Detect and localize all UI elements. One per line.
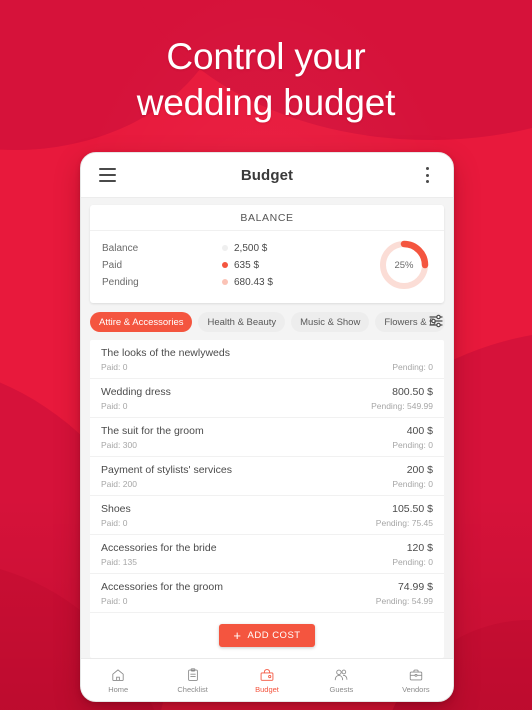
table-row[interactable]: Accessories for the bride 120 $ Paid: 13…	[90, 535, 444, 574]
budget-donut-chart: 25%	[376, 237, 432, 293]
table-row[interactable]: Payment of stylists' services 200 $ Paid…	[90, 457, 444, 496]
donut-percent-label: 25%	[394, 259, 414, 271]
expense-paid: Paid: 135	[101, 557, 137, 567]
category-tabs: Attire & Accessories Health & Beauty Mus…	[81, 310, 453, 334]
expense-pending: Pending: 549.99	[371, 401, 433, 411]
expense-amount: 120 $	[406, 542, 433, 554]
expense-title: Wedding dress	[101, 386, 171, 398]
expense-pending: Pending: 0	[392, 557, 433, 567]
expense-paid: Paid: 0	[101, 518, 128, 528]
table-row[interactable]: Accessories for the groom 74.99 $ Paid: …	[90, 574, 444, 613]
expense-pending: Pending: 0	[392, 362, 433, 372]
expense-title: Accessories for the groom	[101, 581, 223, 593]
expense-paid: Paid: 0	[101, 596, 128, 606]
expense-amount: 200 $	[406, 464, 433, 476]
plus-icon: +	[233, 628, 242, 643]
expense-amount: 74.99 $	[397, 581, 433, 593]
nav-label: Checklist	[177, 684, 208, 694]
people-icon	[335, 669, 348, 680]
nav-label: Guests	[329, 684, 354, 694]
expense-title: Accessories for the bride	[101, 542, 217, 554]
expense-paid: Paid: 300	[101, 440, 137, 450]
expense-title: The looks of the newlyweds	[101, 347, 230, 359]
app-bar: Budget	[81, 153, 453, 198]
expense-amount: 105.50 $	[392, 503, 433, 515]
briefcase-icon	[409, 669, 423, 680]
app-screen: Budget BALANCE Balance 2,500 $ Paid 635 …	[81, 153, 453, 701]
expense-paid: Paid: 0	[101, 401, 128, 411]
add-cost-area: + ADD COST	[90, 613, 444, 658]
balance-row-value: 635 $	[234, 259, 260, 271]
expense-pending: Pending: 0	[392, 440, 433, 450]
hamburger-icon[interactable]	[93, 161, 121, 189]
balance-card-title: BALANCE	[90, 205, 444, 231]
balance-row-label: Balance	[102, 242, 139, 254]
nav-label: Home	[108, 684, 129, 694]
expense-title: Payment of stylists' services	[101, 464, 232, 476]
tab-attire-accessories[interactable]: Attire & Accessories	[90, 312, 193, 332]
expense-pending: Pending: 54.99	[375, 596, 433, 606]
nav-item-checklist[interactable]: Checklist	[155, 667, 229, 694]
filter-sliders-icon[interactable]	[428, 313, 444, 329]
tab-health-beauty[interactable]: Health & Beauty	[198, 312, 286, 332]
legend-dot-icon	[222, 245, 228, 251]
balance-row-value: 680.43 $	[234, 276, 273, 288]
category-tabs-scroller[interactable]: Attire & Accessories Health & Beauty Mus…	[81, 310, 453, 334]
page-title: Budget	[240, 166, 294, 184]
headline-line-2: wedding budget	[136, 82, 396, 123]
add-cost-button[interactable]: + ADD COST	[219, 624, 315, 647]
table-row[interactable]: The suit for the groom 400 $ Paid: 300 P…	[90, 418, 444, 457]
clipboard-icon	[187, 667, 198, 681]
add-cost-label: ADD COST	[247, 630, 301, 641]
expense-pending: Pending: 0	[392, 479, 433, 489]
expense-amount: 400 $	[406, 425, 433, 437]
balance-card-body: Balance 2,500 $ Paid 635 $ Pending 680.4…	[90, 231, 444, 297]
table-row[interactable]: The looks of the newlyweds Paid: 0 Pendi…	[90, 340, 444, 379]
expense-pending: Pending: 75.45	[375, 518, 433, 528]
balance-row-label: Paid	[102, 259, 123, 271]
table-row[interactable]: Wedding dress 800.50 $ Paid: 0 Pending: …	[90, 379, 444, 418]
balance-row-paid: Paid 635 $	[102, 257, 372, 273]
legend-dot-icon	[222, 279, 228, 285]
nav-item-guests[interactable]: Guests	[304, 667, 378, 694]
expense-paid: Paid: 200	[101, 479, 137, 489]
nav-item-home[interactable]: Home	[81, 667, 155, 694]
wallet-icon	[260, 668, 274, 681]
balance-card: BALANCE Balance 2,500 $ Paid 635 $ Pendi	[90, 205, 444, 303]
expense-amount: 800.50 $	[392, 386, 433, 398]
tab-music-show[interactable]: Music & Show	[291, 312, 370, 332]
balance-rows: Balance 2,500 $ Paid 635 $ Pending 680.4…	[102, 239, 372, 291]
nav-label: Budget	[255, 684, 279, 694]
expense-paid: Paid: 0	[101, 362, 128, 372]
nav-item-vendors[interactable]: Vendors	[379, 667, 453, 694]
promo-headline: Control your wedding budget	[0, 34, 532, 126]
expense-title: The suit for the groom	[101, 425, 204, 437]
expense-list: The looks of the newlyweds Paid: 0 Pendi…	[90, 340, 444, 658]
table-row[interactable]: Shoes 105.50 $ Paid: 0 Pending: 75.45	[90, 496, 444, 535]
kebab-menu-icon[interactable]	[413, 161, 441, 189]
balance-row-label: Pending	[102, 276, 139, 288]
balance-row-value: 2,500 $	[234, 242, 268, 254]
bottom-navigation: Home Checklist Budget Guests Vendors	[81, 658, 453, 701]
expense-title: Shoes	[101, 503, 131, 515]
balance-row-pending: Pending 680.43 $	[102, 274, 372, 290]
headline-line-1: Control your	[166, 36, 366, 77]
legend-dot-icon	[222, 262, 228, 268]
home-icon	[112, 668, 124, 681]
balance-row-balance: Balance 2,500 $	[102, 240, 372, 256]
phone-frame: Budget BALANCE Balance 2,500 $ Paid 635 …	[80, 152, 454, 702]
nav-label: Vendors	[402, 684, 430, 694]
nav-item-budget[interactable]: Budget	[230, 667, 304, 694]
